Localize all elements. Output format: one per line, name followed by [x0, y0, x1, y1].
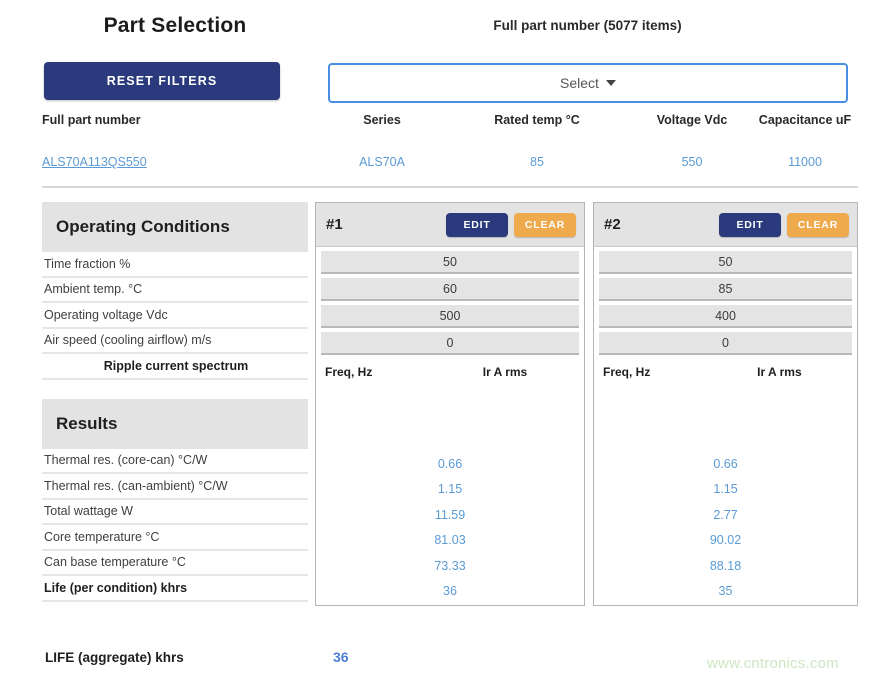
part-select-label: Select	[560, 75, 599, 91]
label-ambient-temp: Ambient temp. °C	[42, 278, 308, 304]
input-time-fraction-1[interactable]: 50	[321, 251, 579, 274]
results-values-2: 0.66 1.15 2.77 90.02 88.18 35	[599, 451, 852, 604]
label-air-speed: Air speed (cooling airflow) m/s	[42, 329, 308, 355]
operating-conditions-heading: Operating Conditions	[42, 202, 308, 252]
reset-filters-button[interactable]: RESET FILTERS	[44, 62, 280, 100]
value-total-wattage-2: 2.77	[599, 502, 852, 528]
edit-button-condition-2[interactable]: EDIT	[719, 213, 781, 237]
cell-voltage: 550	[632, 139, 752, 183]
label-total-wattage: Total wattage W	[42, 500, 308, 526]
value-total-wattage-1: 11.59	[321, 502, 579, 528]
label-operating-voltage: Operating voltage Vdc	[42, 303, 308, 329]
column-header-voltage[interactable]: Voltage Vdc	[632, 110, 752, 139]
condition-panel-1-body: 50 60 500 0 Freq, Hz Ir A rms 0.66 1.15 …	[316, 247, 584, 604]
input-ambient-temp-2[interactable]: 85	[599, 278, 852, 301]
caret-down-icon	[606, 80, 616, 86]
label-thermal-res-core-can: Thermal res. (core-can) °C/W	[42, 449, 308, 475]
life-aggregate-value: 36	[333, 649, 349, 665]
labels-column: Operating Conditions Time fraction % Amb…	[42, 202, 308, 602]
input-ambient-temp-1[interactable]: 60	[321, 278, 579, 301]
spectrum-current-header-1: Ir A rms	[435, 365, 575, 379]
part-selection-page: Part Selection Full part number (5077 it…	[0, 0, 886, 682]
part-number-link[interactable]: ALS70A113QS550	[42, 155, 147, 169]
condition-2-number: #2	[604, 216, 719, 233]
value-core-temperature-1: 81.03	[321, 528, 579, 554]
label-core-temperature: Core temperature °C	[42, 525, 308, 551]
input-operating-voltage-2[interactable]: 400	[599, 305, 852, 328]
page-title: Part Selection	[42, 14, 308, 38]
life-aggregate-label: LIFE (aggregate) khrs	[45, 650, 184, 665]
cell-rated-temp: 85	[442, 139, 632, 183]
label-ripple-current-spectrum: Ripple current spectrum	[42, 354, 308, 380]
part-select-dropdown[interactable]: Select	[328, 63, 848, 103]
column-header-capacitance[interactable]: Capacitance uF	[752, 110, 858, 139]
value-thermal-res-core-can-2: 0.66	[599, 451, 852, 477]
column-header-rated-temp[interactable]: Rated temp °C	[442, 110, 632, 139]
value-life-per-condition-1: 36	[321, 579, 579, 605]
label-thermal-res-can-ambient: Thermal res. (can-ambient) °C/W	[42, 474, 308, 500]
table-header-row: Full part number Series Rated temp °C Vo…	[42, 110, 858, 139]
condition-panel-2-body: 50 85 400 0 Freq, Hz Ir A rms 0.66 1.15 …	[594, 247, 857, 604]
spectrum-freq-header-2: Freq, Hz	[603, 365, 711, 379]
column-header-series[interactable]: Series	[322, 110, 442, 139]
clear-button-condition-2[interactable]: CLEAR	[787, 213, 849, 237]
value-can-base-temperature-1: 73.33	[321, 553, 579, 579]
input-operating-voltage-1[interactable]: 500	[321, 305, 579, 328]
clear-button-condition-1[interactable]: CLEAR	[514, 213, 576, 237]
value-thermal-res-core-can-1: 0.66	[321, 451, 579, 477]
column-header-full-part-number[interactable]: Full part number	[42, 110, 322, 139]
input-time-fraction-2[interactable]: 50	[599, 251, 852, 274]
labels-spacer	[42, 380, 308, 399]
parts-count-label: Full part number (5077 items)	[330, 18, 845, 33]
condition-panel-1: #1 EDIT CLEAR 50 60 500 0 Freq, Hz Ir A …	[315, 202, 585, 606]
value-thermal-res-can-ambient-1: 1.15	[321, 477, 579, 503]
condition-panel-2: #2 EDIT CLEAR 50 85 400 0 Freq, Hz Ir A …	[593, 202, 858, 606]
table-row: ALS70A113QS550 ALS70A 85 550 11000	[42, 139, 858, 183]
edit-button-condition-1[interactable]: EDIT	[446, 213, 508, 237]
condition-panel-1-header: #1 EDIT CLEAR	[316, 203, 584, 247]
cell-series: ALS70A	[322, 139, 442, 183]
value-thermal-res-can-ambient-2: 1.15	[599, 477, 852, 503]
condition-1-number: #1	[326, 216, 446, 233]
input-air-speed-1[interactable]: 0	[321, 332, 579, 355]
label-time-fraction: Time fraction %	[42, 252, 308, 278]
section-divider	[42, 186, 858, 188]
parts-table: Full part number Series Rated temp °C Vo…	[42, 110, 858, 183]
results-heading: Results	[42, 399, 308, 449]
value-core-temperature-2: 90.02	[599, 528, 852, 554]
value-life-per-condition-2: 35	[599, 579, 852, 605]
spectrum-freq-header-1: Freq, Hz	[325, 365, 435, 379]
spectrum-headers-2: Freq, Hz Ir A rms	[599, 365, 852, 379]
cell-capacitance: 11000	[752, 139, 858, 183]
input-air-speed-2[interactable]: 0	[599, 332, 852, 355]
label-can-base-temperature: Can base temperature °C	[42, 551, 308, 577]
condition-panel-2-header: #2 EDIT CLEAR	[594, 203, 857, 247]
spectrum-headers-1: Freq, Hz Ir A rms	[321, 365, 579, 379]
watermark: www.cntronics.com	[707, 655, 839, 672]
label-life-per-condition: Life (per condition) khrs	[42, 576, 308, 602]
value-can-base-temperature-2: 88.18	[599, 553, 852, 579]
spectrum-current-header-2: Ir A rms	[711, 365, 848, 379]
results-values-1: 0.66 1.15 11.59 81.03 73.33 36	[321, 451, 579, 604]
